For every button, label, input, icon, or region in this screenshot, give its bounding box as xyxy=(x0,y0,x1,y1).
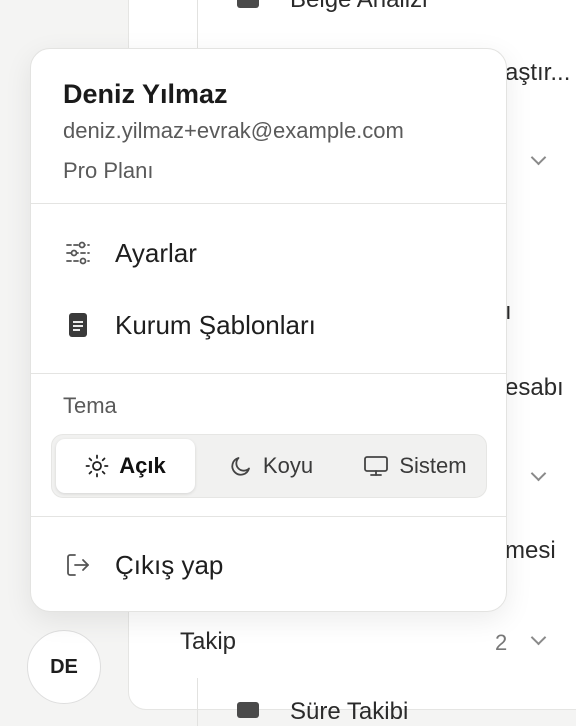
menu-item-label: Ayarlar xyxy=(115,237,197,268)
menu-divider xyxy=(31,203,506,204)
avatar-initials: DE xyxy=(50,655,78,678)
theme-segmented-control: Açık Koyu Sistem xyxy=(51,434,487,498)
user-email: deniz.yilmaz+evrak@example.com xyxy=(63,118,404,143)
nav-item-belge-analizi[interactable]: Belge Analizi xyxy=(290,0,427,14)
nav-item-truncated[interactable]: mesi xyxy=(505,537,556,565)
sliders-icon xyxy=(63,238,93,268)
moon-icon xyxy=(231,457,250,476)
monitor-icon xyxy=(364,456,389,476)
sun-icon xyxy=(85,454,109,478)
menu-item-logout[interactable]: Çıkış yap xyxy=(41,537,496,593)
tree-guide-line xyxy=(197,0,198,50)
tree-guide-line xyxy=(197,678,198,726)
menu-divider xyxy=(31,516,506,517)
nav-item-truncated[interactable]: aştır... xyxy=(505,59,570,87)
theme-option-label: Koyu xyxy=(262,453,314,478)
user-avatar-button[interactable]: DE xyxy=(27,630,101,704)
calendar-icon xyxy=(237,702,259,718)
user-plan: Pro Planı xyxy=(63,158,154,183)
user-name: Deniz Yılmaz xyxy=(63,79,228,109)
theme-option-label: Açık xyxy=(119,453,166,478)
theme-option-label: Sistem xyxy=(399,453,467,478)
menu-item-institution-templates[interactable]: Kurum Şablonları xyxy=(41,297,496,353)
menu-item-settings[interactable]: Ayarlar xyxy=(41,225,496,281)
theme-option-light[interactable]: Açık xyxy=(56,439,195,493)
document-icon xyxy=(63,310,93,340)
account-menu: Deniz Yılmaz deniz.yilmaz+evrak@example.… xyxy=(30,48,507,612)
app-stage: Belge Analizi aştır... ı esabı mesi Taki… xyxy=(0,0,576,726)
nav-section-count: 2 xyxy=(495,630,508,655)
theme-label: Tema xyxy=(63,393,117,418)
menu-item-label: Çıkış yap xyxy=(115,549,224,580)
nav-section-takip[interactable]: Takip xyxy=(180,628,236,656)
menu-item-label: Kurum Şablonları xyxy=(115,309,316,340)
logout-icon xyxy=(63,550,93,580)
theme-option-system[interactable]: Sistem xyxy=(346,439,484,493)
nav-item-sure-takibi[interactable]: Süre Takibi xyxy=(290,698,408,726)
menu-divider xyxy=(31,373,506,374)
nav-item-truncated[interactable]: esabı xyxy=(505,374,564,402)
document-icon xyxy=(237,0,259,8)
theme-option-dark[interactable]: Koyu xyxy=(200,439,342,493)
